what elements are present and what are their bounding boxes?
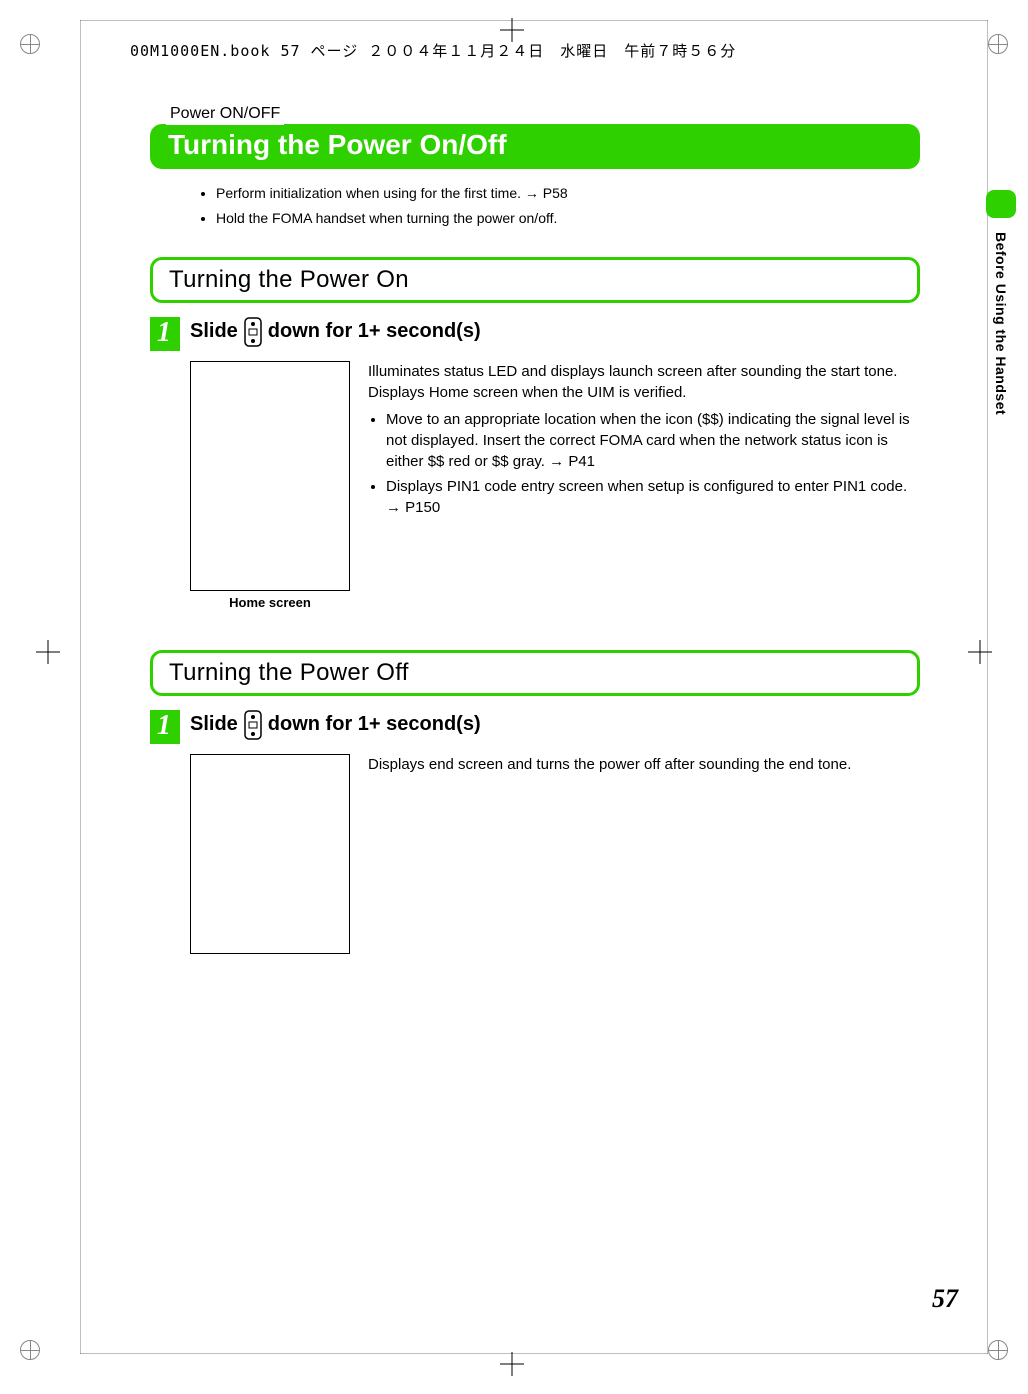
desc-bullet: Displays PIN1 code entry screen when set…	[386, 476, 920, 518]
registration-mark-icon	[20, 1340, 40, 1360]
desc-bullet: Move to an appropriate location when the…	[386, 409, 920, 472]
step-row: 1 Slide down for 1+ second(s)	[150, 710, 920, 744]
side-tab-pill	[986, 190, 1016, 218]
page-content: Power ON/OFF Turning the Power On/Off Pe…	[150, 105, 920, 994]
registration-mark-icon	[988, 1340, 1008, 1360]
step-description: Illuminates status LED and displays laun…	[368, 361, 920, 610]
page-number: 57	[932, 1284, 958, 1314]
intro-bullet: Perform initialization when using for th…	[216, 183, 920, 204]
subsection-heading-on: Turning the Power On	[150, 257, 920, 303]
screenshot-frame	[190, 754, 350, 954]
step-text-after: down for 1+ second(s)	[268, 320, 481, 343]
subsection-heading-off: Turning the Power Off	[150, 650, 920, 696]
crop-mark-icon	[968, 640, 992, 664]
screenshot-placeholder	[190, 754, 350, 954]
intro-bullet-list: Perform initialization when using for th…	[176, 183, 920, 229]
desc-line: Displays end screen and turns the power …	[368, 754, 920, 775]
step-instruction: Slide down for 1+ second(s)	[190, 710, 481, 740]
intro-bullet: Hold the FOMA handset when turning the p…	[216, 208, 920, 229]
slide-switch-icon	[244, 317, 262, 347]
step-instruction: Slide down for 1+ second(s)	[190, 317, 481, 347]
registration-mark-icon	[988, 34, 1008, 54]
step-text-before: Slide	[190, 713, 238, 736]
book-header-line: 00M1000EN.book 57 ページ ２００４年１１月２４日 水曜日 午前…	[130, 40, 736, 61]
screenshot-frame	[190, 361, 350, 591]
section-small-title: Power ON/OFF	[166, 105, 284, 125]
step-body: Displays end screen and turns the power …	[190, 754, 920, 954]
side-tab-label: Before Using the Handset	[993, 232, 1009, 415]
side-chapter-tab: Before Using the Handset	[984, 190, 1018, 415]
step-number: 1	[150, 317, 180, 351]
step-row: 1 Slide down for 1+ second(s)	[150, 317, 920, 351]
crop-mark-icon	[500, 1352, 524, 1376]
screenshot-caption: Home screen	[190, 595, 350, 610]
crop-mark-icon	[500, 18, 524, 42]
desc-line: Displays Home screen when the UIM is ver…	[368, 382, 920, 403]
step-body: Home screen Illuminates status LED and d…	[190, 361, 920, 610]
registration-mark-icon	[20, 34, 40, 54]
step-text-after: down for 1+ second(s)	[268, 713, 481, 736]
step-text-before: Slide	[190, 320, 238, 343]
step-number: 1	[150, 710, 180, 744]
crop-mark-icon	[36, 640, 60, 664]
desc-line: Illuminates status LED and displays laun…	[368, 361, 920, 382]
step-description: Displays end screen and turns the power …	[368, 754, 920, 954]
screenshot-placeholder: Home screen	[190, 361, 350, 610]
section-title: Turning the Power On/Off	[150, 124, 920, 169]
slide-switch-icon	[244, 710, 262, 740]
